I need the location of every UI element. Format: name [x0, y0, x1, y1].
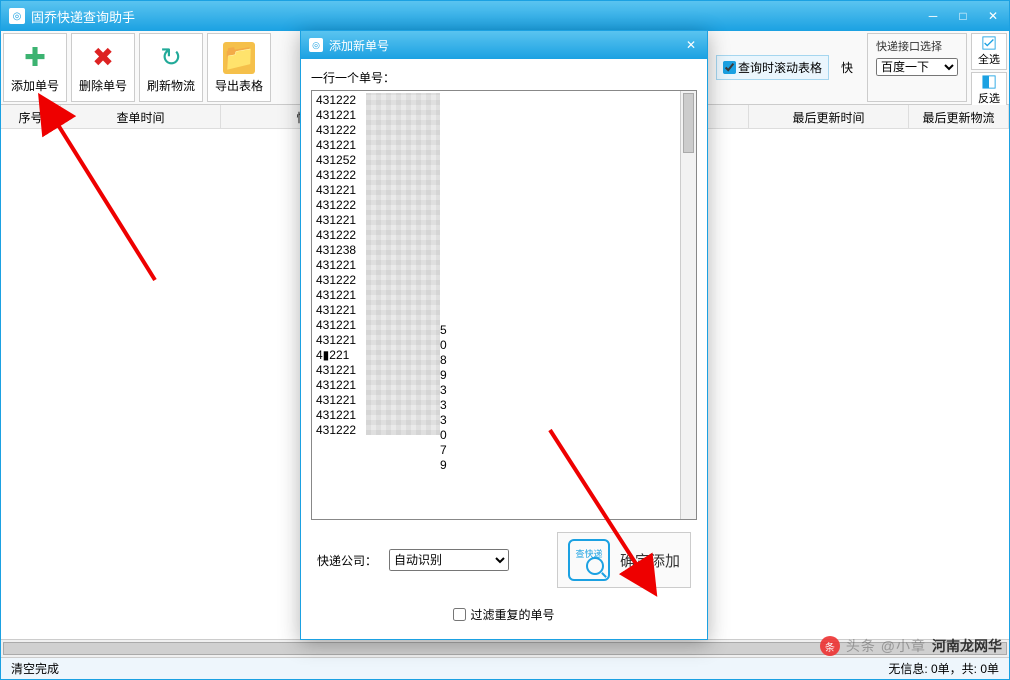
- status-left: 清空完成: [11, 660, 59, 677]
- cross-icon: ✖: [87, 42, 119, 74]
- company-label: 快递公司：: [317, 552, 379, 569]
- status-bar: 清空完成 无信息: 0单，共: 0单: [1, 657, 1009, 679]
- confirm-add-label: 确定添加: [620, 550, 680, 571]
- watermark-icon: 条: [820, 636, 840, 656]
- interface-select[interactable]: 百度一下: [876, 58, 958, 76]
- refresh-button[interactable]: ↻ 刷新物流: [139, 33, 203, 102]
- close-button[interactable]: ✕: [985, 8, 1001, 24]
- lookup-caption: 查快递: [575, 547, 602, 560]
- scroll-on-query-label: 查询时滚动表格: [738, 59, 822, 76]
- filter-dup-label: 过滤重复的单号: [470, 606, 554, 623]
- refresh-label: 刷新物流: [147, 77, 195, 94]
- add-number-dialog: ◎ 添加新单号 ✕ 一行一个单号： 5089333079 快递公司： 自动识别 …: [300, 30, 708, 640]
- scroll-on-query-input[interactable]: [723, 61, 736, 74]
- col-query-time: 查单时间: [61, 105, 221, 128]
- app-icon: ◎: [9, 8, 25, 24]
- watermark: 条 头条 @小章 河南龙网华: [820, 636, 1002, 656]
- dialog-title: 添加新单号: [329, 37, 683, 54]
- select-all-button[interactable]: 全选: [971, 33, 1007, 70]
- watermark-suffix: 河南龙网华: [932, 636, 1002, 656]
- col-last-time: 最后更新时间: [749, 105, 909, 128]
- invert-selection-icon: [982, 75, 996, 89]
- speed-label: 快: [837, 59, 857, 76]
- numbers-textarea[interactable]: [312, 91, 680, 519]
- invert-selection-label: 反选: [978, 90, 1000, 106]
- export-label: 导出表格: [215, 77, 263, 94]
- scroll-on-query-checkbox[interactable]: 查询时滚动表格: [716, 55, 829, 80]
- invert-selection-button[interactable]: 反选: [971, 72, 1007, 109]
- maximize-button[interactable]: □: [955, 8, 971, 24]
- main-titlebar: ◎ 固乔快递查询助手 ─ □ ✕: [1, 1, 1009, 31]
- dialog-hint: 一行一个单号：: [311, 69, 697, 86]
- add-number-button[interactable]: ✚ 添加单号: [3, 33, 67, 102]
- interface-group: 快递接口选择 百度一下: [867, 33, 967, 102]
- folder-export-icon: 📁: [223, 42, 255, 74]
- textarea-scroll-thumb[interactable]: [683, 93, 694, 153]
- status-right: 无信息: 0单，共: 0单: [888, 660, 999, 677]
- delete-number-label: 删除单号: [79, 77, 127, 94]
- export-button[interactable]: 📁 导出表格: [207, 33, 271, 102]
- plus-icon: ✚: [19, 42, 51, 74]
- textarea-scrollbar[interactable]: [680, 91, 696, 519]
- filter-dup-checkbox[interactable]: [453, 608, 466, 621]
- select-all-label: 全选: [978, 51, 1000, 67]
- confirm-add-button[interactable]: 查快递 确定添加: [557, 532, 691, 588]
- delete-number-button[interactable]: ✖ 删除单号: [71, 33, 135, 102]
- refresh-icon: ↻: [155, 42, 187, 74]
- company-select[interactable]: 自动识别: [389, 549, 509, 571]
- dialog-titlebar: ◎ 添加新单号 ✕: [301, 31, 707, 59]
- minimize-button[interactable]: ─: [925, 8, 941, 24]
- add-number-label: 添加单号: [11, 77, 59, 94]
- select-all-icon: [982, 36, 996, 50]
- app-title: 固乔快递查询助手: [31, 7, 925, 26]
- numbers-textarea-wrapper: 5089333079: [311, 90, 697, 520]
- col-last-info: 最后更新物流: [909, 105, 1009, 128]
- interface-group-title: 快递接口选择: [876, 38, 958, 54]
- watermark-prefix: 头条 @小章: [846, 636, 926, 656]
- col-seq: 序号: [1, 105, 61, 128]
- dialog-app-icon: ◎: [309, 38, 323, 52]
- lookup-icon: 查快递: [568, 539, 610, 581]
- dialog-close-button[interactable]: ✕: [683, 37, 699, 53]
